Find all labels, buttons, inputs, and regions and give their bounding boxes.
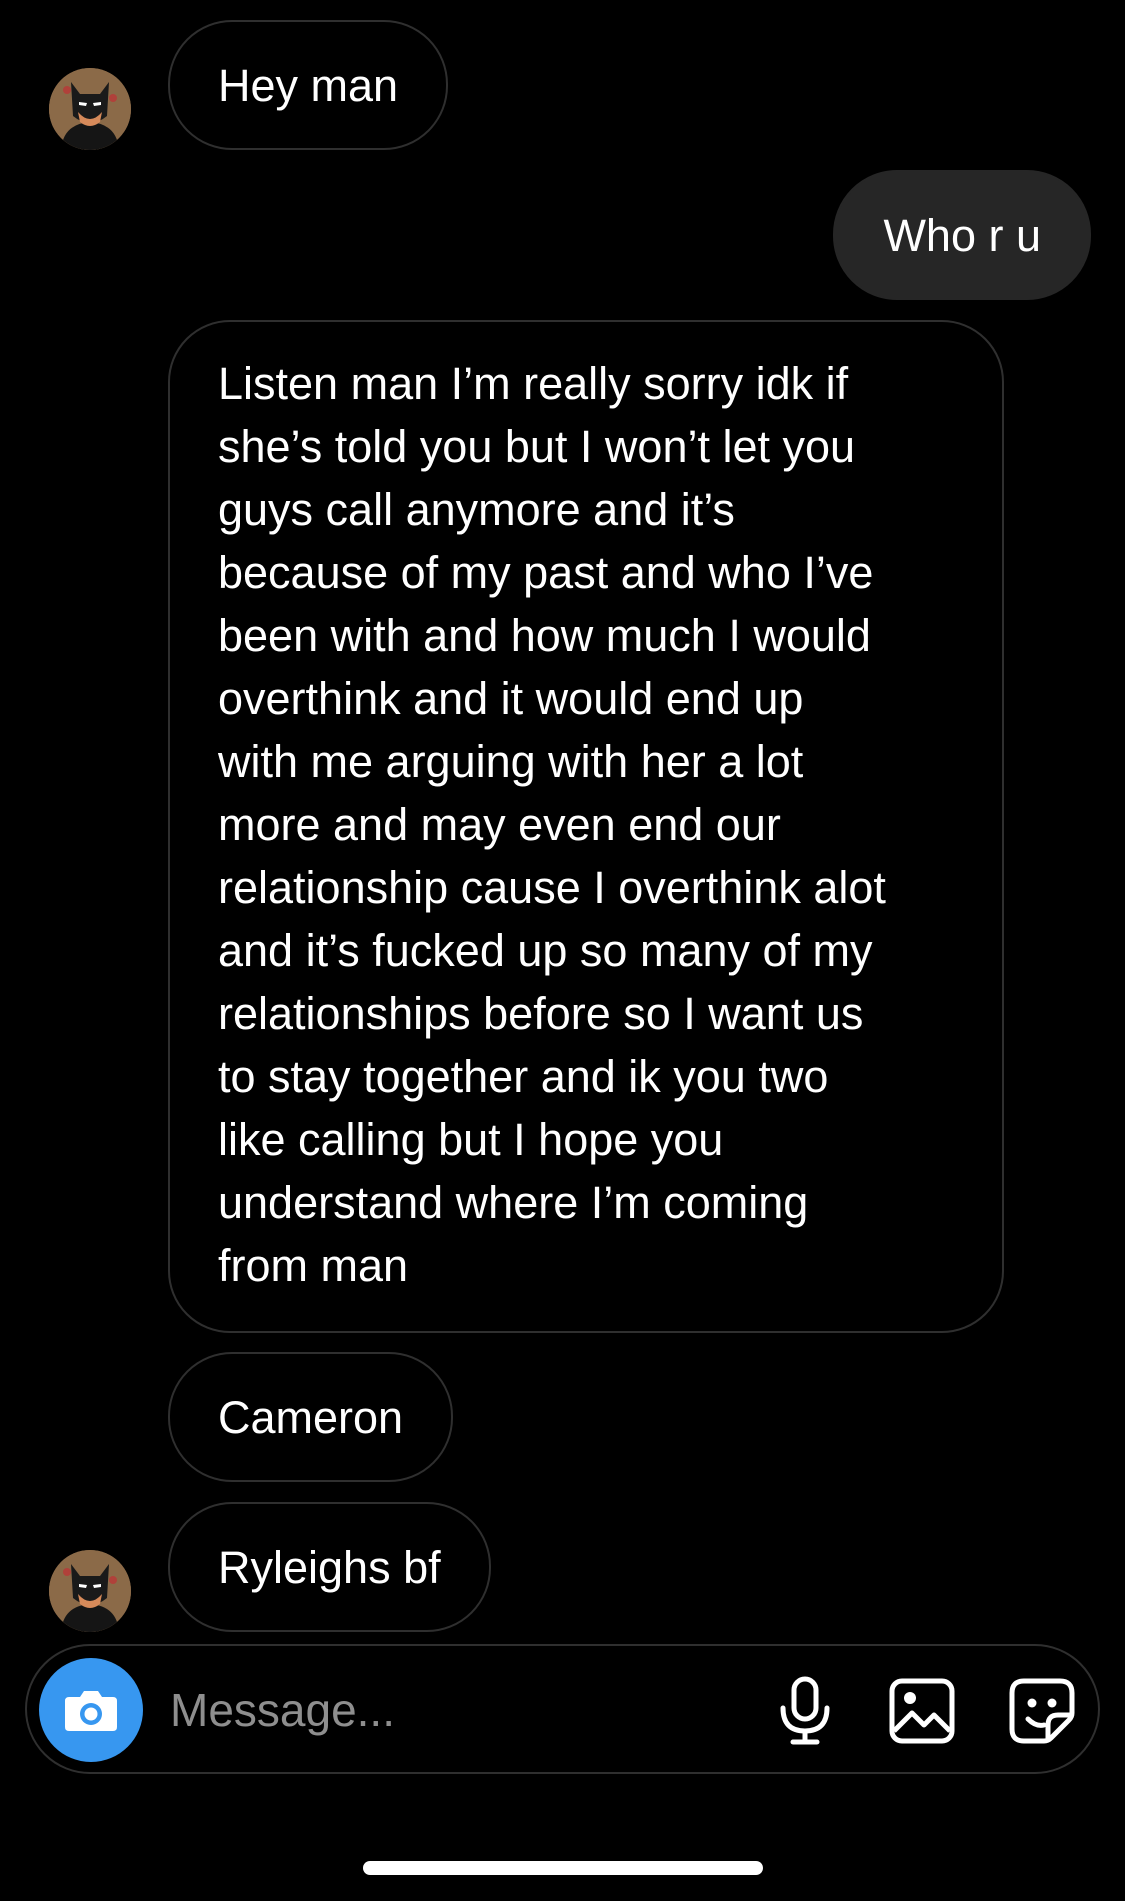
message-input[interactable] xyxy=(170,1676,730,1744)
home-indicator[interactable] xyxy=(363,1861,763,1875)
message-line: because of my past and who I’ve xyxy=(218,547,874,598)
dm-thread-screen: Hey man Who r u Listen man I’m really so… xyxy=(0,0,1125,1901)
message-composer xyxy=(25,1644,1100,1774)
message-line: to stay together and ik you two xyxy=(218,1051,829,1102)
sticker-icon xyxy=(1009,1678,1075,1744)
camera-icon xyxy=(65,1691,117,1731)
camera-button[interactable] xyxy=(39,1658,143,1762)
message-line: she’s told you but I won’t let you xyxy=(218,421,856,472)
message-text: Ryleighs bf xyxy=(218,1541,441,1593)
message-line: with me arguing with her a lot xyxy=(218,736,804,787)
message-line: from man xyxy=(218,1240,409,1291)
message-line: understand where I’m coming xyxy=(218,1177,809,1228)
gallery-icon xyxy=(889,1678,955,1744)
message-line: and it’s fucked up so many of my xyxy=(218,925,873,976)
message-line: overthink and it would end up xyxy=(218,673,804,724)
message-line: relationship cause I overthink alot xyxy=(218,862,886,913)
message-line: relationships before so I want us xyxy=(218,988,864,1039)
sticker-button[interactable] xyxy=(1004,1673,1080,1749)
message-bubble-received[interactable]: Cameron xyxy=(168,1352,454,1482)
message-line: been with and how much I would xyxy=(218,610,871,661)
message-text: Hey man xyxy=(218,59,399,111)
message-text: Cameron xyxy=(218,1391,404,1443)
message-line: more and may even end our xyxy=(218,799,781,850)
message-bubble-received[interactable]: Hey man xyxy=(168,20,449,150)
message-line: guys call anymore and it’s xyxy=(218,484,735,535)
message-bubble-sent[interactable]: Who r u xyxy=(833,170,1091,300)
contact-avatar[interactable] xyxy=(49,1550,131,1632)
microphone-button[interactable] xyxy=(767,1673,843,1749)
gallery-button[interactable] xyxy=(884,1673,960,1749)
message-line: like calling but I hope you xyxy=(218,1114,724,1165)
contact-avatar[interactable] xyxy=(49,68,131,150)
message-bubble-received[interactable]: Listen man I’m really sorry idk if she’s… xyxy=(168,320,1004,1333)
microphone-icon xyxy=(780,1676,830,1745)
message-bubble-received[interactable]: Ryleighs bf xyxy=(168,1502,491,1632)
message-text: Who r u xyxy=(883,209,1041,261)
message-line: Listen man I’m really sorry idk if xyxy=(218,358,849,409)
